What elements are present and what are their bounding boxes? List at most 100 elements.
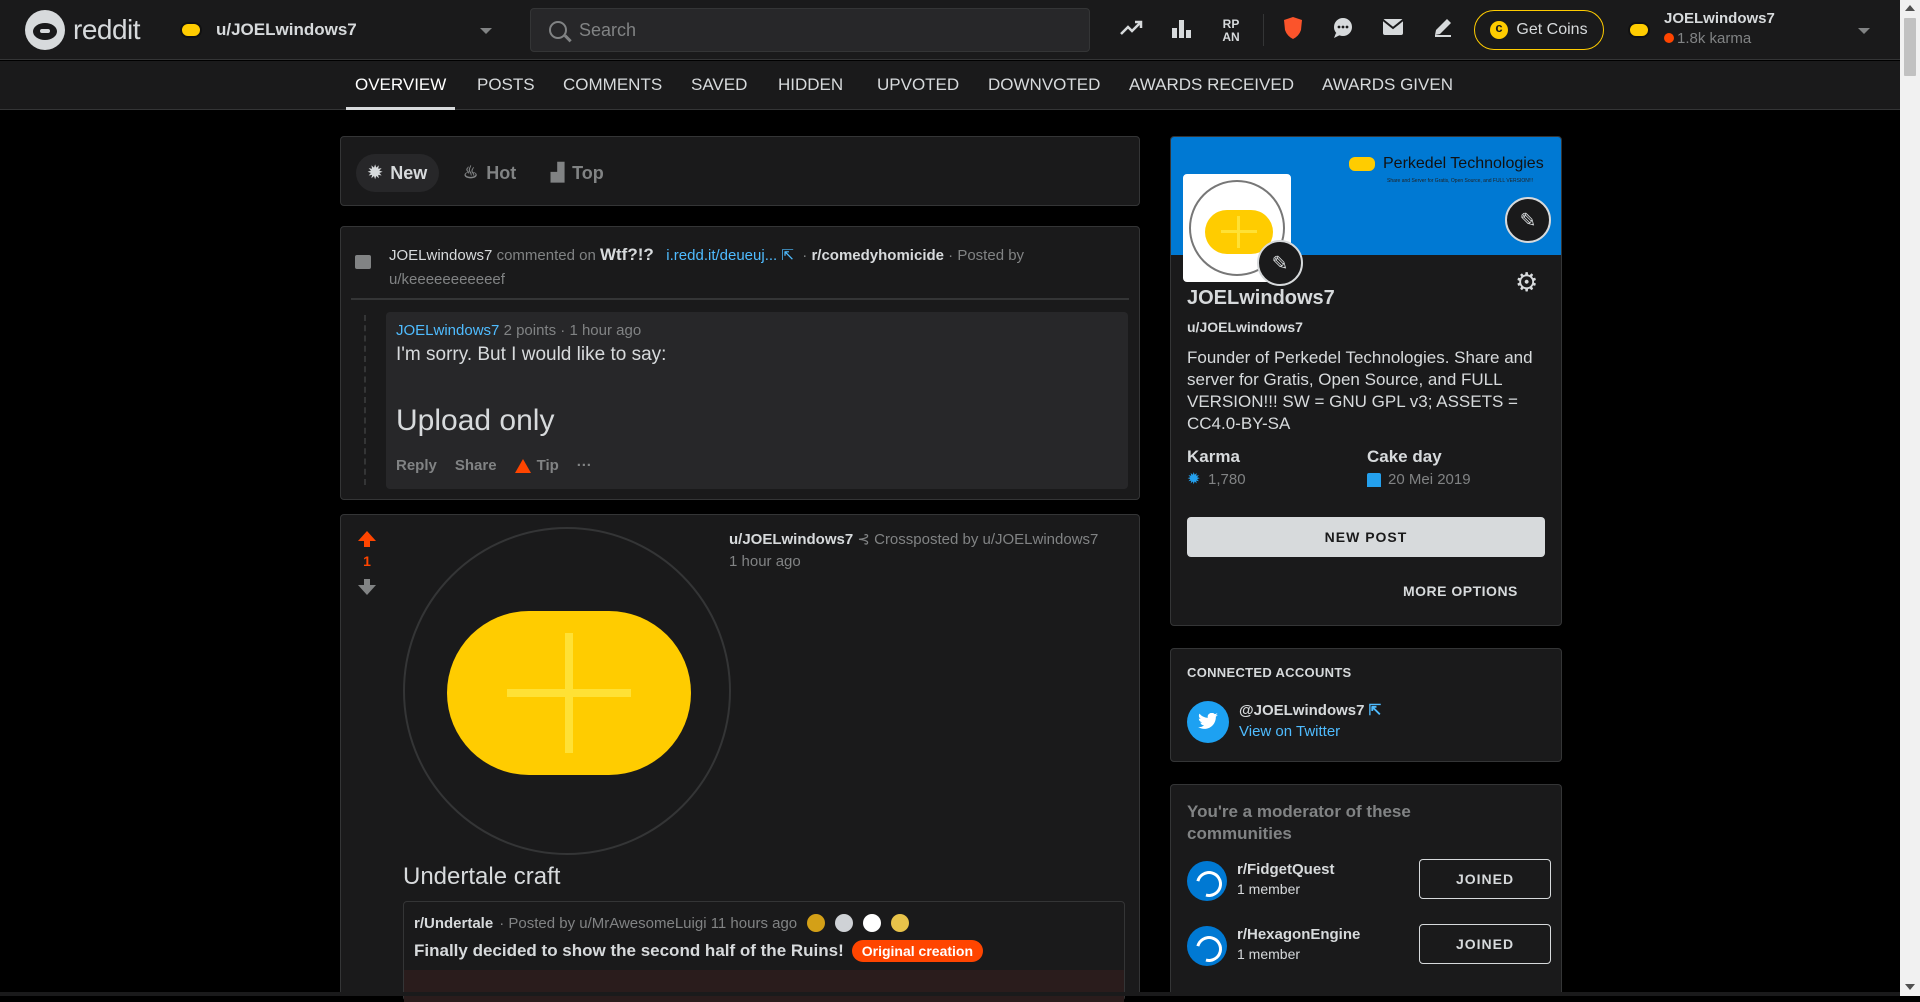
sort-hot-button[interactable]: ♨ Hot <box>463 154 516 192</box>
vote-column: 1 <box>353 529 381 595</box>
chevron-down-icon <box>480 28 492 34</box>
header-karma-value: 1.8k karma <box>1677 30 1752 47</box>
twitter-handle[interactable]: @JOELwindows7 ⇱ <box>1239 701 1381 719</box>
sort-bar: ✹ New ♨ Hot ▟ Top <box>340 136 1140 206</box>
view-on-twitter-link[interactable]: View on Twitter <box>1239 723 1340 740</box>
flame-icon: ♨ <box>463 163 479 182</box>
comment-body[interactable]: JOELwindows7 2 points · 1 hour ago I'm s… <box>386 312 1128 489</box>
comment-actions: Reply Share Tip ··· <box>396 457 592 474</box>
comment-context-author[interactable]: JOELwindows7 <box>389 247 492 264</box>
community-row[interactable]: r/FidgetQuest 1 member JOINED <box>1187 859 1551 903</box>
crosspost-subreddit[interactable]: r/Undertale <box>414 915 493 932</box>
reddit-logo[interactable]: reddit <box>25 10 141 50</box>
reply-button[interactable]: Reply <box>396 457 437 474</box>
thread-line[interactable] <box>364 315 366 485</box>
divider <box>351 298 1129 300</box>
tip-button[interactable]: Tip <box>514 457 559 474</box>
tab-overview[interactable]: OVERVIEW <box>355 75 446 95</box>
community-name[interactable]: r/HexagonEngine <box>1237 926 1360 943</box>
mail-icon[interactable] <box>1379 16 1407 44</box>
community-switcher[interactable]: u/JOELwindows7 <box>180 12 498 48</box>
community-name[interactable]: r/FidgetQuest <box>1237 861 1335 878</box>
crosspost-media[interactable] <box>404 970 1124 1002</box>
community-members: 1 member <box>1237 946 1301 962</box>
external-link-icon: ⇱ <box>1368 702 1382 719</box>
get-coins-button[interactable]: Get Coins <box>1474 10 1604 50</box>
sort-top-button[interactable]: ▟ Top <box>551 154 604 192</box>
vertical-scrollbar[interactable] <box>1900 0 1920 996</box>
get-coins-label: Get Coins <box>1516 21 1588 38</box>
post-card[interactable]: 1 u/JOELwindows7 ⊰ Crossposted by u/JOEL… <box>340 514 1140 1002</box>
tab-posts[interactable]: POSTS <box>477 75 535 95</box>
edit-avatar-pencil-icon[interactable]: ✎ <box>1257 240 1303 286</box>
post-profile-image[interactable] <box>403 527 731 855</box>
banner-tagline: Share and Server for Gratis, Open Source… <box>1387 178 1533 184</box>
crosspost-text: Crossposted by u/JOELwindows7 <box>874 531 1099 548</box>
upvote-arrow-icon[interactable] <box>358 531 376 547</box>
profile-name: JOELwindows7 <box>1187 287 1335 309</box>
stats-icon[interactable] <box>1167 16 1195 44</box>
connected-accounts-heading: CONNECTED ACCOUNTS <box>1187 665 1352 680</box>
banner-brand: Perkedel Technologies <box>1347 155 1544 173</box>
tab-hidden[interactable]: HIDDEN <box>778 75 843 95</box>
community-icon <box>1187 861 1227 901</box>
comment-author[interactable]: JOELwindows7 <box>396 322 499 339</box>
twitter-handle-text: @JOELwindows7 <box>1239 702 1365 719</box>
downvote-arrow-icon[interactable] <box>358 579 376 595</box>
external-link-icon: ⇱ <box>781 247 794 264</box>
share-button[interactable]: Share <box>455 457 497 474</box>
post-meta: u/JOELwindows7 ⊰ Crossposted by u/JOELwi… <box>729 529 1119 573</box>
tab-comments[interactable]: COMMENTS <box>563 75 662 95</box>
community-row[interactable]: r/HexagonEngine 1 member JOINED <box>1187 924 1551 968</box>
twitter-bird-icon <box>1187 701 1229 743</box>
new-sparkle-icon: ✹ <box>368 163 383 182</box>
profile-card: Perkedel Technologies Share and Server f… <box>1170 136 1562 626</box>
more-options-button[interactable]: MORE OPTIONS <box>1403 583 1518 599</box>
crosspost-icon: ⊰ <box>857 531 870 548</box>
rpan-icon[interactable]: RP AN <box>1217 16 1245 44</box>
joined-button[interactable]: JOINED <box>1419 924 1551 964</box>
tip-label: Tip <box>536 457 559 474</box>
top-header: reddit u/JOELwindows7 Search RPAN Get Co… <box>0 0 1900 60</box>
post-title[interactable]: Undertale craft <box>403 863 560 891</box>
sort-new-button[interactable]: ✹ New <box>356 154 440 192</box>
tab-downvoted[interactable]: DOWNVOTED <box>988 75 1100 95</box>
brave-shield-icon[interactable] <box>1279 16 1307 44</box>
comment-time: · 1 hour ago <box>560 322 642 339</box>
popular-icon[interactable] <box>1117 16 1145 44</box>
user-menu[interactable]: JOELwindows7 1.8k karma <box>1626 8 1886 52</box>
scroll-up-arrow-icon[interactable] <box>1905 5 1915 11</box>
award-icon <box>891 914 910 932</box>
perkedel-logo-icon <box>447 611 691 775</box>
post-time: 1 hour ago <box>729 553 801 570</box>
crosspost-embed[interactable]: r/Undertale · Posted by u/MrAwesomeLuigi… <box>403 901 1125 1002</box>
tab-upvoted[interactable]: UPVOTED <box>877 75 959 95</box>
comment-card[interactable]: JOELwindows7 commented on Wtf?!? i.redd.… <box>340 226 1140 500</box>
scroll-thumb[interactable] <box>1904 18 1916 76</box>
tab-saved[interactable]: SAVED <box>691 75 747 95</box>
joined-button[interactable]: JOINED <box>1419 859 1551 899</box>
context-post-title[interactable]: Wtf?!? <box>600 245 654 264</box>
context-post-link[interactable]: i.redd.it/deueuj... <box>666 247 777 264</box>
search-input[interactable]: Search <box>530 8 1090 52</box>
horizontal-scrollbar[interactable] <box>0 992 1900 996</box>
chat-icon[interactable] <box>1329 16 1357 44</box>
more-options-button[interactable]: ··· <box>577 457 592 474</box>
scroll-down-arrow-icon[interactable] <box>1905 984 1915 990</box>
create-post-icon[interactable] <box>1429 16 1457 44</box>
sort-new-label: New <box>390 162 428 183</box>
award-icon <box>807 914 826 932</box>
post-author[interactable]: u/JOELwindows7 <box>729 531 853 548</box>
crosspost-title[interactable]: Finally decided to show the second half … <box>414 940 984 962</box>
comment-header: JOELwindows7 2 points · 1 hour ago <box>396 322 641 339</box>
profile-tabs: OVERVIEW POSTS COMMENTS SAVED HIDDEN UPV… <box>0 61 1900 110</box>
context-post-author[interactable]: u/keeeeeeeeeeef <box>389 271 505 288</box>
new-post-button[interactable]: NEW POST <box>1187 517 1545 557</box>
tab-awards-given[interactable]: AWARDS GIVEN <box>1322 75 1453 95</box>
search-icon <box>549 21 567 39</box>
edit-banner-pencil-icon[interactable]: ✎ <box>1505 197 1551 243</box>
moderated-communities-card: You're a moderator of these communities … <box>1170 784 1562 996</box>
gear-icon[interactable]: ⚙ <box>1515 267 1538 298</box>
context-subreddit[interactable]: r/comedyhomicide <box>811 247 944 264</box>
tab-awards-received[interactable]: AWARDS RECEIVED <box>1129 75 1294 95</box>
